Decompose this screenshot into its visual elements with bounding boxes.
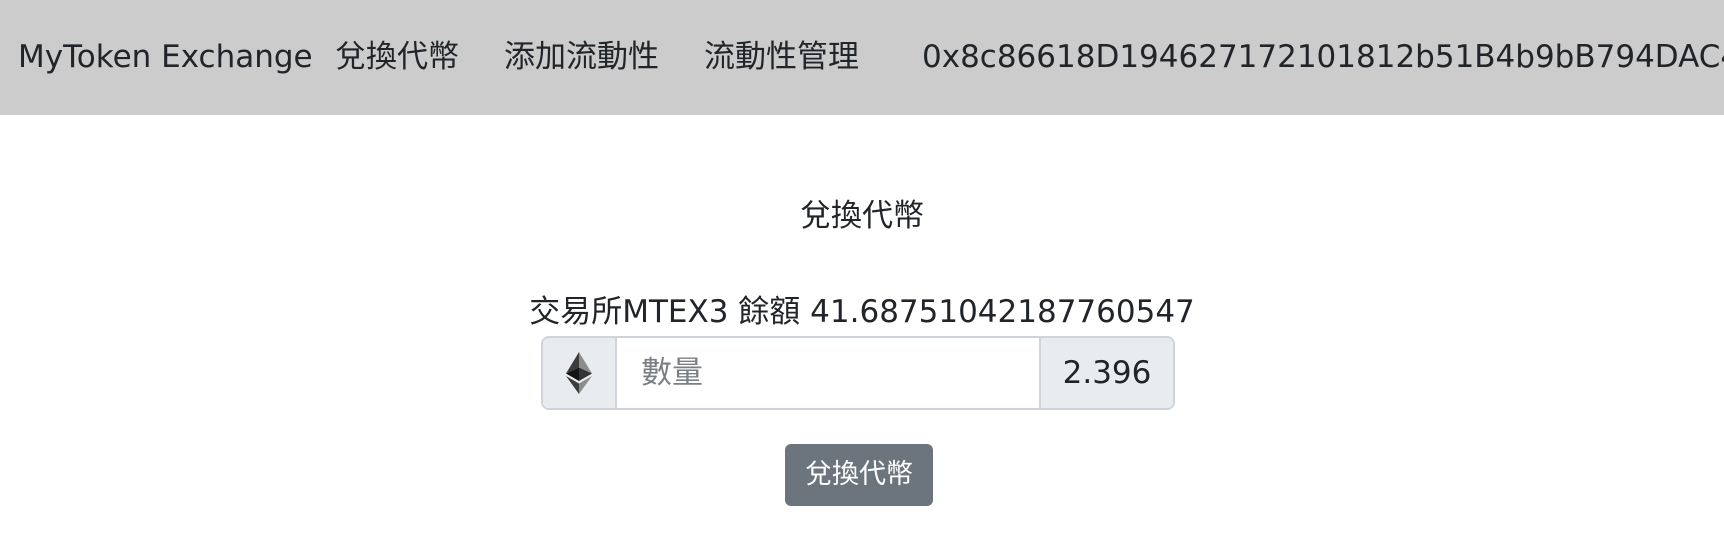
page-title: 兌換代幣 <box>800 198 924 234</box>
brand-link[interactable]: MyToken Exchange <box>18 0 313 115</box>
token-addon <box>543 338 617 408</box>
swap-button[interactable]: 兌換代幣 <box>785 444 933 506</box>
top-navbar: MyToken Exchange 兌換代幣 添加流動性 流動性管理 0x8c86… <box>0 0 1724 115</box>
exchange-rate: 2.396 <box>1039 338 1173 408</box>
account-address: 0x8c86618D194627172101812b51B4b9bB794DAC… <box>922 39 1724 75</box>
balance-label: 交易所MTEX3 餘額 <box>529 294 801 330</box>
amount-input-group: 2.396 <box>541 336 1175 410</box>
ethereum-icon <box>566 352 592 394</box>
nav-link-swap[interactable]: 兌換代幣 <box>335 0 459 115</box>
balance-value: 41.68751042187760547 <box>810 294 1195 330</box>
nav-link-manage-liquidity[interactable]: 流動性管理 <box>704 0 859 115</box>
balance-line: 交易所MTEX3 餘額 41.68751042187760547 <box>0 288 1724 336</box>
amount-input[interactable] <box>617 338 1041 408</box>
nav-link-add-liquidity[interactable]: 添加流動性 <box>504 0 659 115</box>
